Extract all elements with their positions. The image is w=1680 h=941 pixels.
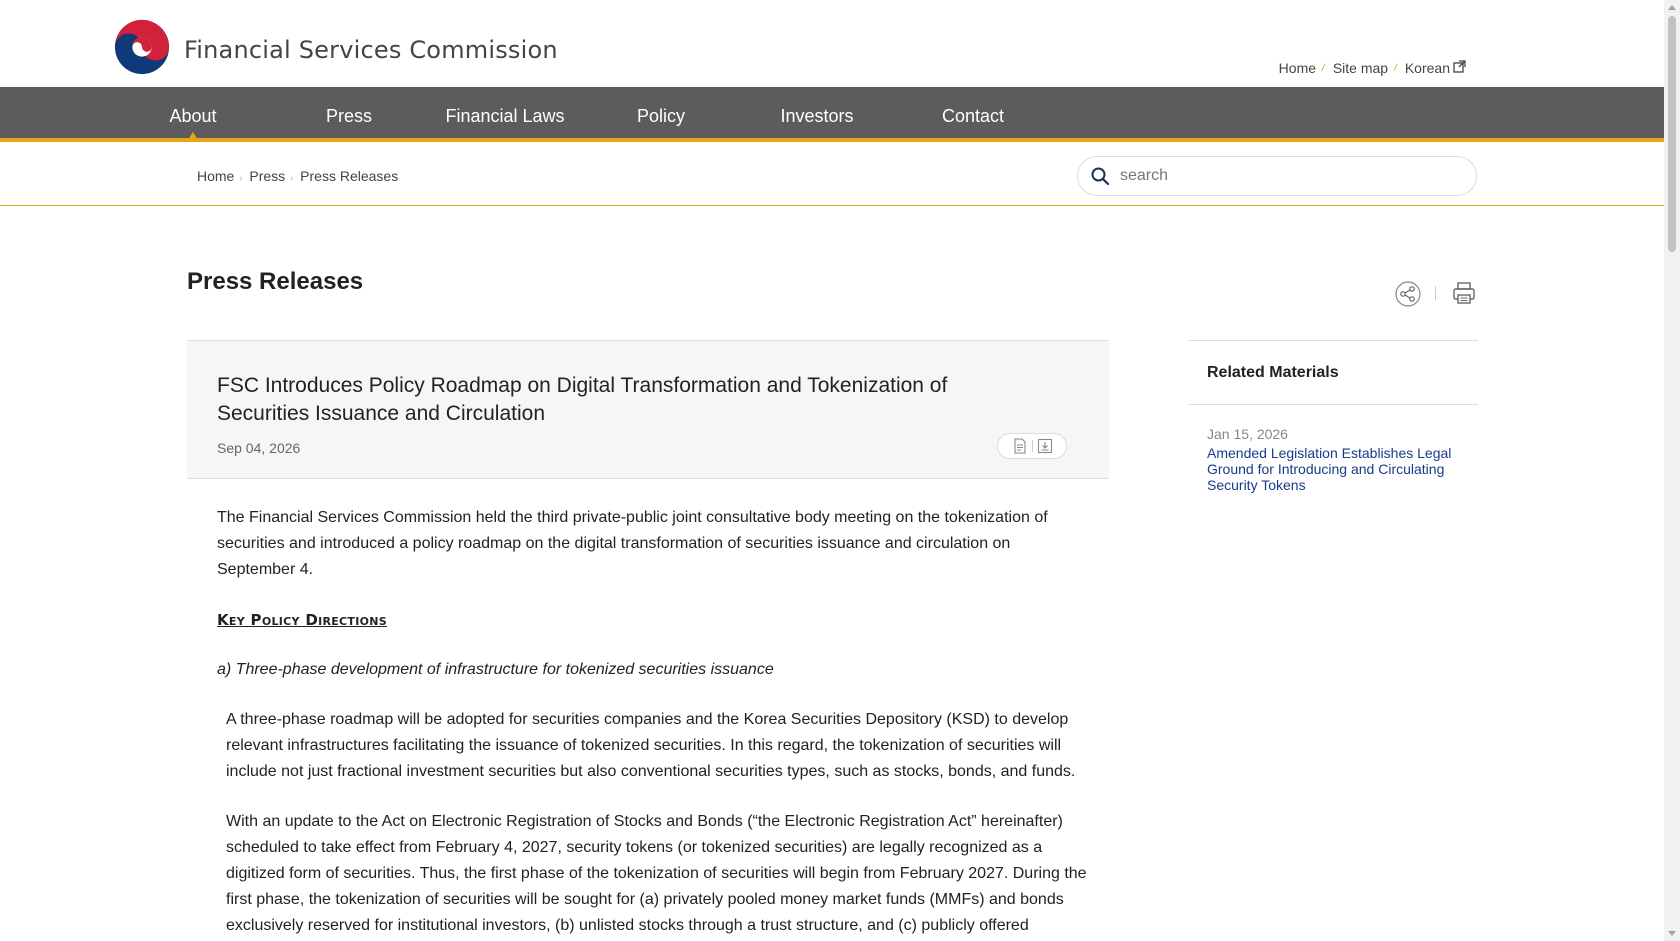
search-box[interactable]: [1077, 156, 1477, 196]
nav-investors[interactable]: Investors: [727, 87, 907, 138]
attachment-buttons: [997, 433, 1067, 459]
related-materials-title: Related Materials: [1188, 341, 1478, 405]
nav-contact[interactable]: Contact: [883, 87, 1063, 138]
breadcrumb-current[interactable]: Press Releases: [300, 168, 398, 184]
util-korean-link[interactable]: Korean: [1405, 60, 1466, 76]
nav-policy[interactable]: Policy: [571, 87, 751, 138]
article-body: The Financial Services Commission held t…: [217, 505, 1087, 941]
related-item: Jan 15, 2026 Amended Legislation Establi…: [1188, 405, 1478, 493]
breadcrumb-press[interactable]: Press: [249, 168, 285, 184]
related-materials: Related Materials Jan 15, 2026 Amended L…: [1188, 340, 1478, 493]
download-icon[interactable]: [1037, 438, 1053, 454]
file-preview-icon[interactable]: [1012, 438, 1028, 454]
util-separator: /: [1322, 62, 1325, 74]
article-header: FSC Introduces Policy Roadmap on Digital…: [187, 340, 1109, 479]
nav-about[interactable]: About: [103, 87, 283, 138]
breadcrumb-chevron-icon: ›: [290, 173, 294, 183]
utility-nav: Home / Site map / Korean: [1279, 60, 1466, 76]
article-title: FSC Introduces Policy Roadmap on Digital…: [217, 374, 948, 425]
related-item-link[interactable]: Amended Legislation Establishes Legal Gr…: [1207, 445, 1457, 493]
fsc-logo[interactable]: [113, 18, 171, 76]
util-separator: /: [1394, 62, 1397, 74]
search-input[interactable]: [1120, 167, 1450, 185]
section-a-heading: a) Three-phase development of infrastruc…: [217, 661, 774, 678]
util-sitemap-link[interactable]: Site map: [1333, 60, 1388, 76]
breadcrumb-home[interactable]: Home: [197, 168, 234, 184]
tool-divider: [1435, 286, 1436, 300]
related-item-date: Jan 15, 2026: [1207, 426, 1288, 442]
article-paragraph: A three-phase roadmap will be adopted fo…: [226, 711, 1076, 780]
attachment-divider: [1031, 440, 1033, 452]
external-link-icon: [1453, 60, 1466, 73]
util-korean-label: Korean: [1404, 60, 1450, 76]
print-icon[interactable]: [1451, 280, 1477, 306]
main-nav: About Press Financial Laws Policy Invest…: [0, 87, 1664, 142]
breadcrumb: Home › Press › Press Releases: [197, 168, 398, 184]
site-title[interactable]: Financial Services Commission: [184, 36, 558, 64]
util-home-link[interactable]: Home: [1279, 60, 1316, 76]
page-title: Press Releases: [187, 268, 364, 295]
article-paragraph: With an update to the Act on Electronic …: [226, 813, 1087, 934]
scrollbar-thumb[interactable]: [1668, 16, 1676, 252]
search-icon[interactable]: [1090, 166, 1110, 186]
share-icon[interactable]: [1395, 281, 1421, 307]
scroll-down-arrow-icon[interactable]: [1668, 931, 1676, 936]
nav-financial-laws[interactable]: Financial Laws: [415, 87, 595, 138]
article-date: Sep 04, 2026: [217, 440, 301, 456]
nav-press[interactable]: Press: [259, 87, 439, 138]
sub-bar: Home › Press › Press Releases: [0, 142, 1664, 206]
article-intro-paragraph: The Financial Services Commission held t…: [217, 509, 1048, 578]
site-header: Financial Services Commission Home / Sit…: [0, 0, 1664, 87]
page-scrollbar[interactable]: [1664, 0, 1680, 941]
scroll-up-arrow-icon[interactable]: [1668, 5, 1676, 10]
breadcrumb-chevron-icon: ›: [239, 173, 243, 183]
key-policy-heading: Key Policy Directions: [217, 611, 388, 629]
